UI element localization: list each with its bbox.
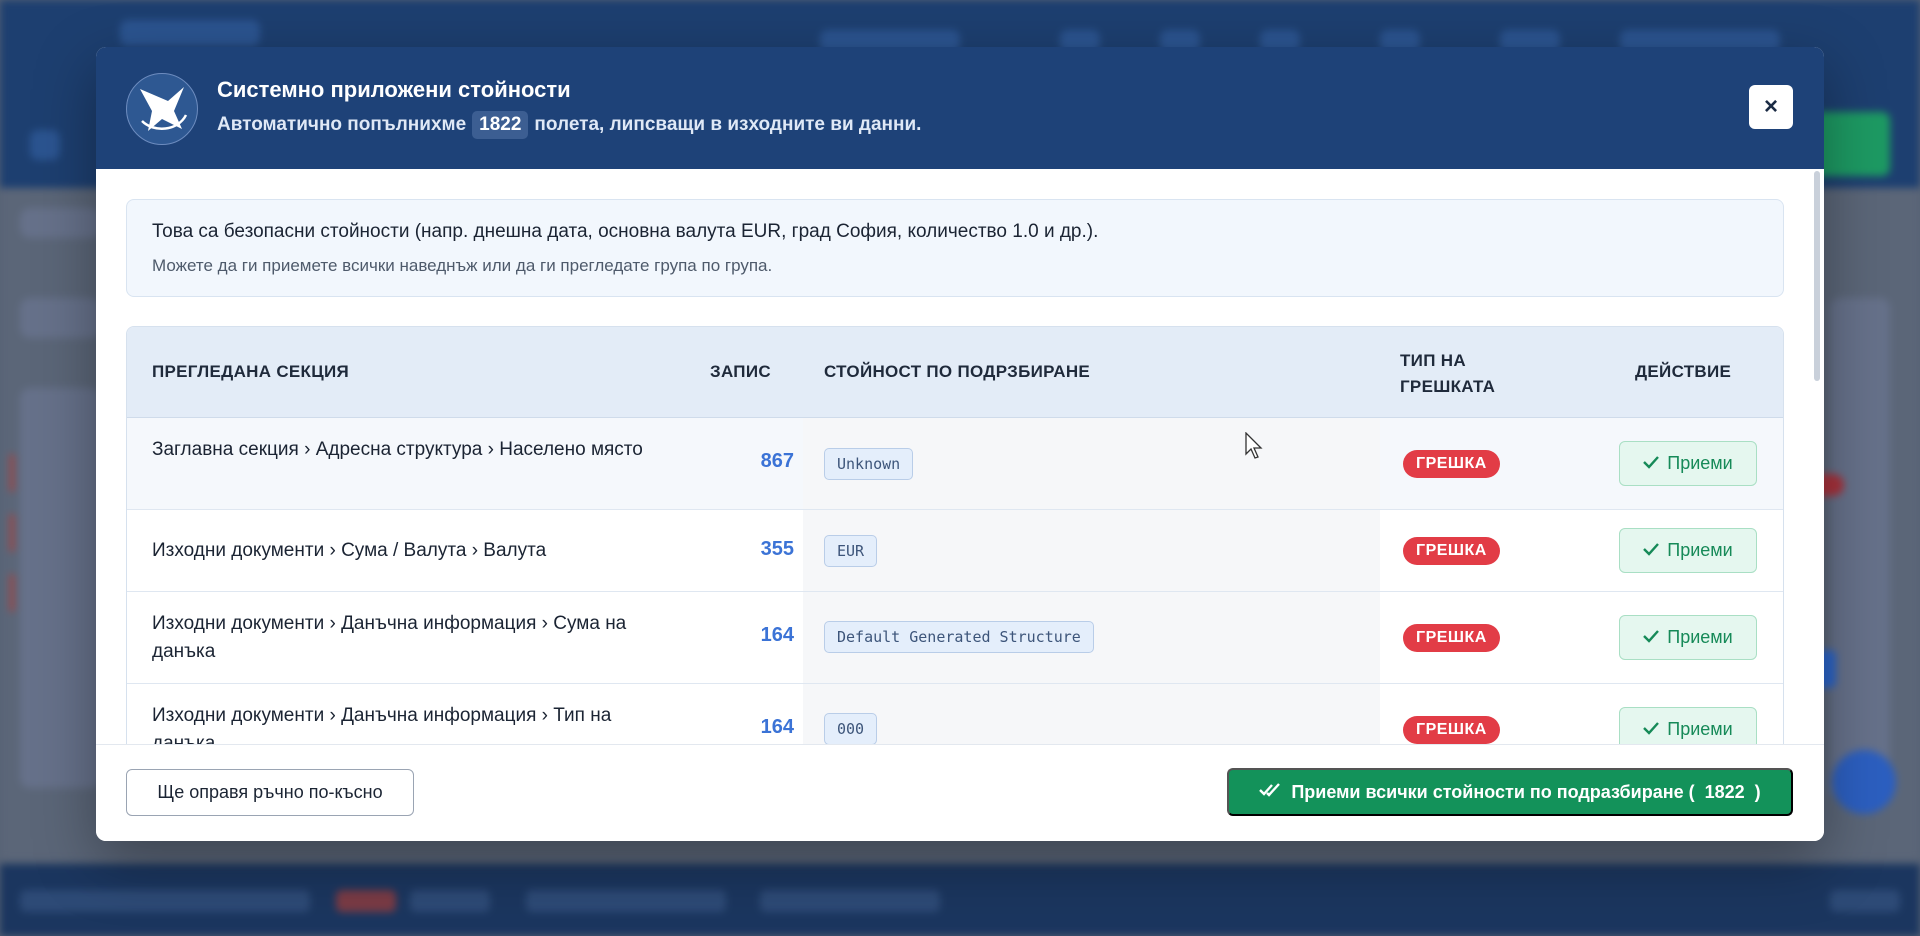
close-icon: × bbox=[1763, 93, 1778, 120]
info-main-text: Това са безопасни стойности (напр. днешн… bbox=[152, 221, 1099, 242]
accept-label: Приеми bbox=[1667, 540, 1733, 560]
row-record: 867 bbox=[760, 450, 794, 472]
dialog-footer: Ще оправя ръчно по-късно Приеми всички с… bbox=[96, 744, 1824, 841]
table-row: Изходни документи › Данъчна информация ›… bbox=[127, 592, 1783, 684]
error-badge: ГРЕШКА bbox=[1403, 537, 1500, 565]
dialog-scrollbar[interactable] bbox=[1814, 171, 1820, 381]
accept-all-button[interactable]: Приеми всички стойности по подразбиране … bbox=[1227, 768, 1793, 816]
accept-label: Приеми bbox=[1667, 627, 1733, 647]
check-icon bbox=[1643, 719, 1660, 740]
subtitle-prefix: Автоматично попълнихме bbox=[217, 114, 467, 135]
info-box: Това са безопасни стойности (напр. днешн… bbox=[126, 199, 1784, 297]
row-record: 355 bbox=[760, 538, 794, 560]
row-section: Заглавна секция › Адресна структура › На… bbox=[152, 439, 643, 460]
row-section: Изходни документи › Данъчна информация ›… bbox=[152, 613, 627, 662]
accept-all-count: 1822 bbox=[1704, 781, 1745, 802]
dialog-body[interactable]: Това са безопасни стойности (напр. днешн… bbox=[96, 169, 1824, 744]
row-default-value: 000 bbox=[824, 713, 878, 744]
table-row: Изходни документи › Данъчна информация ›… bbox=[127, 684, 1783, 744]
error-badge: ГРЕШКА bbox=[1403, 624, 1500, 652]
fix-later-button[interactable]: Ще оправя ръчно по-късно bbox=[126, 769, 414, 816]
star-swirl-logo-icon bbox=[126, 73, 198, 145]
subtitle-suffix: полета, липсващи в изходните ви данни. bbox=[534, 114, 922, 135]
dialog-title: Системно приложени стойности bbox=[217, 77, 571, 102]
accept-all-label: Приеми всички стойности по подразбиране … bbox=[1291, 781, 1695, 802]
header-error-type: ТИП НА ГРЕШКАТА bbox=[1400, 351, 1496, 396]
check-icon bbox=[1643, 540, 1660, 561]
row-section: Изходни документи › Данъчна информация ›… bbox=[152, 705, 612, 744]
check-icon bbox=[1643, 627, 1660, 648]
accept-button[interactable]: Приеми bbox=[1619, 528, 1757, 573]
table-row: Изходни документи › Сума / Валута › Валу… bbox=[127, 510, 1783, 592]
row-default-value: EUR bbox=[824, 535, 878, 567]
defaults-table: ПРЕГЛЕДАНА СЕКЦИЯ ЗАПИС СТОЙНОСТ ПО ПОДР… bbox=[126, 326, 1784, 744]
accept-label: Приеми bbox=[1667, 453, 1733, 473]
accept-button[interactable]: Приеми bbox=[1619, 707, 1757, 744]
table-row: Заглавна секция › Адресна структура › На… bbox=[127, 418, 1783, 510]
background-fab bbox=[1832, 750, 1896, 814]
double-check-icon bbox=[1259, 782, 1281, 803]
header-default-value: СТОЙНОСТ ПО ПОДРЗБИРАНЕ bbox=[824, 362, 1091, 381]
header-section: ПРЕГЛЕДАНА СЕКЦИЯ bbox=[152, 362, 349, 381]
dialog-subtitle: Автоматично попълнихме 1822 полета, липс… bbox=[217, 111, 921, 139]
dialog-header: Системно приложени стойности Автоматично… bbox=[96, 47, 1824, 169]
header-record: ЗАПИС bbox=[710, 362, 771, 381]
row-record: 164 bbox=[760, 624, 794, 646]
row-default-value: Default Generated Structure bbox=[824, 621, 1094, 653]
system-values-dialog: Системно приложени стойности Автоматично… bbox=[96, 47, 1824, 841]
header-action: ДЕЙСТВИЕ bbox=[1635, 362, 1732, 381]
close-button[interactable]: × bbox=[1749, 85, 1793, 129]
accept-button[interactable]: Приеми bbox=[1619, 615, 1757, 660]
accept-all-close: ) bbox=[1754, 781, 1761, 802]
filled-count-badge: 1822 bbox=[472, 111, 529, 139]
info-sub-text: Можете да ги приемете всички наведнъж ил… bbox=[152, 256, 773, 275]
error-badge: ГРЕШКА bbox=[1403, 450, 1500, 478]
accept-button[interactable]: Приеми bbox=[1619, 441, 1757, 486]
error-badge: ГРЕШКА bbox=[1403, 716, 1500, 744]
table-header: ПРЕГЛЕДАНА СЕКЦИЯ ЗАПИС СТОЙНОСТ ПО ПОДР… bbox=[127, 327, 1783, 418]
check-icon bbox=[1643, 453, 1660, 474]
row-record: 164 bbox=[760, 716, 794, 738]
background-statusbar bbox=[0, 864, 1920, 936]
mouse-cursor-icon bbox=[1245, 431, 1265, 465]
row-section: Изходни документи › Сума / Валута › Валу… bbox=[152, 540, 547, 561]
accept-label: Приеми bbox=[1667, 719, 1733, 739]
row-default-value: Unknown bbox=[824, 448, 914, 480]
